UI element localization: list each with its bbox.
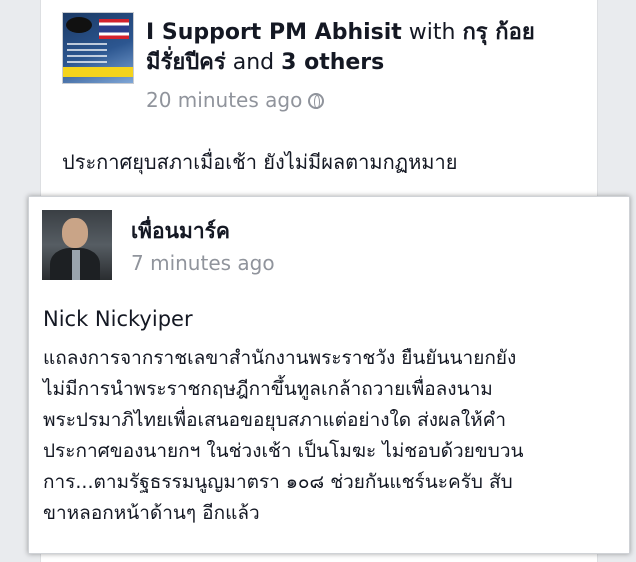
shared-avatar[interactable] xyxy=(42,210,112,280)
shared-quoted-author: Nick Nickyiper xyxy=(43,307,193,331)
avatar-text-lines xyxy=(67,43,107,63)
avatar-badge xyxy=(66,17,92,33)
post-message: ประกาศยุบสภาเมื่อเช้า ยังไม่มีผลตามกฏหมา… xyxy=(62,150,458,174)
tagged-user-link[interactable]: กรุ ก้อย xyxy=(462,20,534,45)
shared-message-line: การ...ตามรัฐธรรมนูญมาตรา ๑๐๘ ช่วยกันแชร์… xyxy=(43,471,513,493)
thai-flag-image xyxy=(99,19,129,39)
shared-message: แถลงการจากราชเลขาสำนักงานพระราชวัง ยืนยั… xyxy=(43,343,623,529)
avatar-head xyxy=(62,218,88,248)
avatar-banner xyxy=(63,67,133,77)
page-name-link[interactable]: I Support PM Abhisit xyxy=(146,20,402,45)
shared-message-line: ประกาศของนายกฯ ในช่วงเช้า เป็นโมฆะ ไม่ชอ… xyxy=(43,440,524,462)
post-timestamp: 20 minutes ago xyxy=(146,88,325,112)
others-link[interactable]: 3 others xyxy=(281,50,384,75)
shared-message-line: แถลงการจากราชเลขาสำนักงานพระราชวัง ยืนยั… xyxy=(43,347,517,369)
globe-icon xyxy=(308,93,325,109)
page-avatar[interactable] xyxy=(62,12,134,84)
shared-author-name[interactable]: เพื่อนมาร์ค xyxy=(131,215,230,248)
tagged-user-link-2[interactable]: มีรั่ยปีคร่ xyxy=(146,50,226,75)
avatar-tie xyxy=(72,250,80,280)
shared-post-card[interactable]: เพื่อนมาร์ค 7 minutes ago Nick Nickyiper… xyxy=(28,196,630,554)
and-connector: and xyxy=(232,50,275,75)
shared-message-line: ขาหลอกหน้าด้านๆ อีกแล้ว xyxy=(43,502,260,524)
shared-message-line: พระปรมาภิไทยเพื่อเสนอขอยุบสภาแต่อย่างใด … xyxy=(43,409,506,431)
post-header: I Support PM Abhisit with กรุ ก้อย มีรั่… xyxy=(146,18,586,78)
with-connector: with xyxy=(408,20,456,45)
post-time-link[interactable]: 20 minutes ago xyxy=(146,88,302,112)
shared-timestamp[interactable]: 7 minutes ago xyxy=(131,251,275,275)
shared-message-line: ไม่มีการนำพระราชกฤษฎีกาขึ้นทูลเกล้าถวายเ… xyxy=(43,378,493,400)
